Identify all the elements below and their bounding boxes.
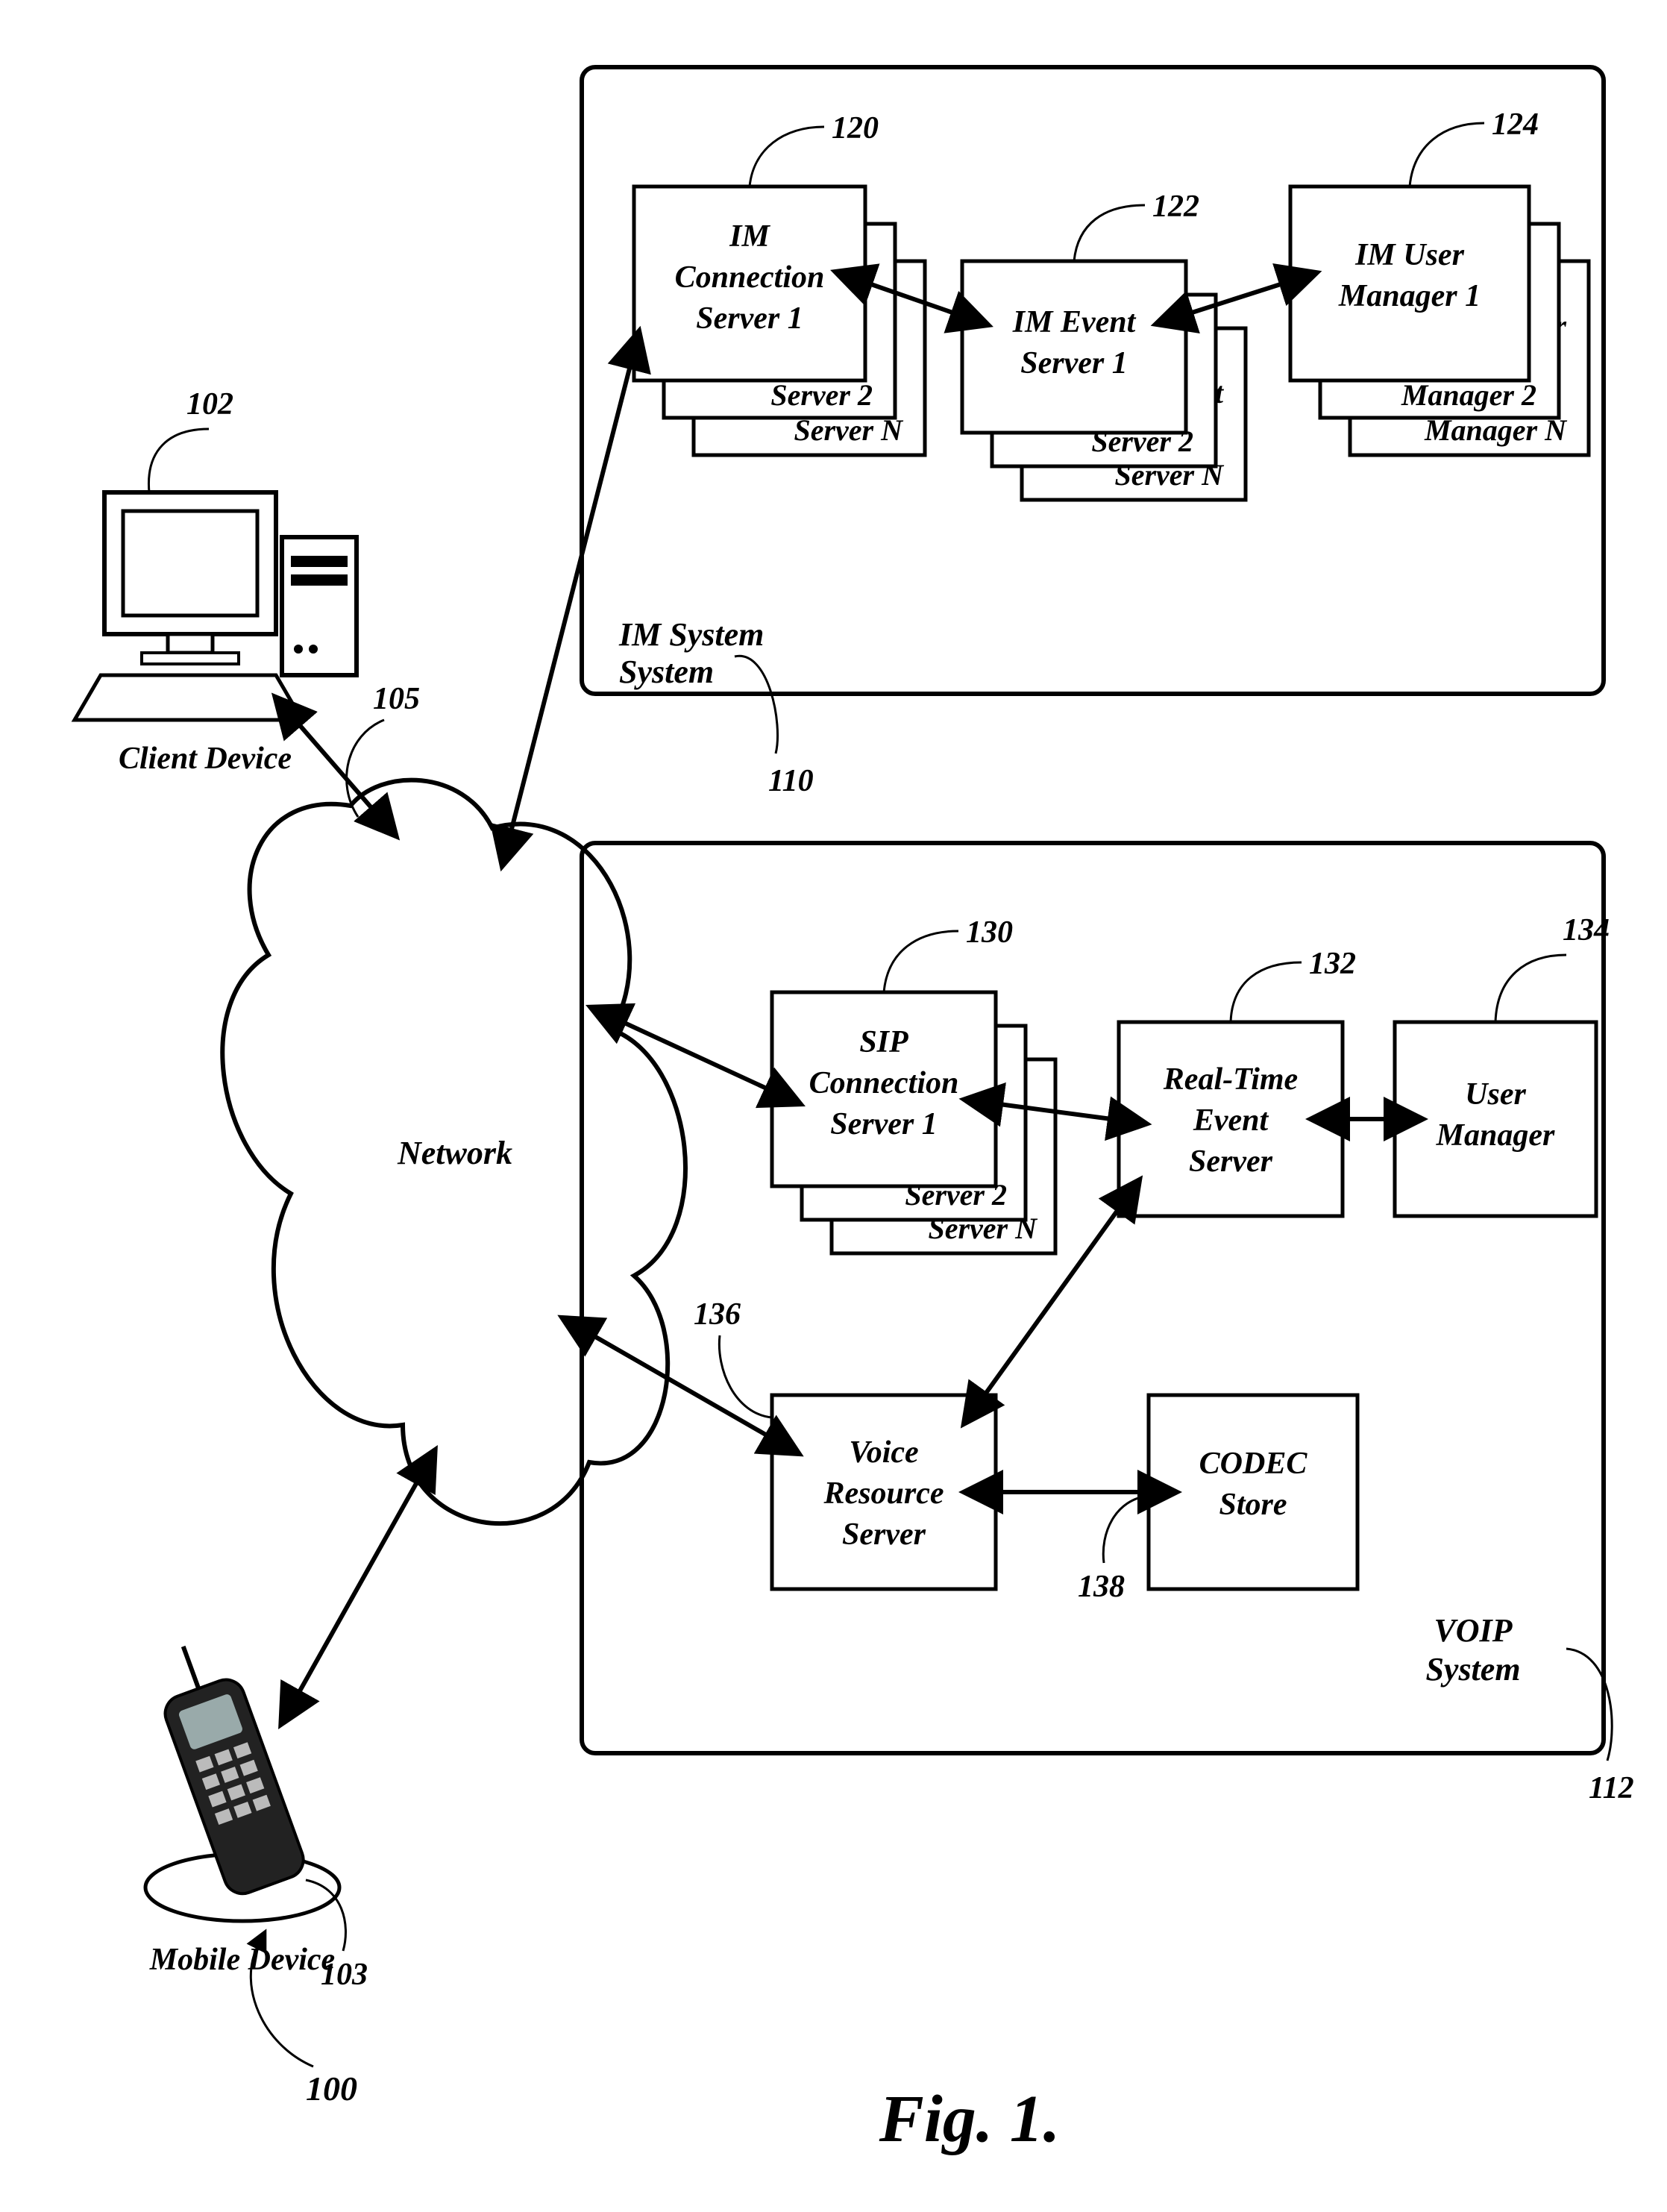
im-conn-l3: Server 1 xyxy=(696,301,803,336)
client-device: Client Device 102 xyxy=(75,387,357,776)
client-device-label: Client Device xyxy=(119,742,292,776)
rte-l1: Real-Time xyxy=(1163,1062,1298,1097)
im-system-label-line2: System xyxy=(619,654,714,690)
im-user-l1: IM User xyxy=(1354,238,1465,272)
vrs-l3: Server xyxy=(842,1517,926,1552)
vrs-l1: Voice xyxy=(849,1435,918,1470)
voip-system-label-line1: VOIP xyxy=(1434,1612,1513,1649)
ref-leader-110 xyxy=(735,656,778,753)
keyboard-icon xyxy=(75,675,302,720)
ref-leader-130 xyxy=(884,931,958,992)
im-event-server-stack: ent Server N IM Event Server 2 IM Event … xyxy=(962,261,1246,500)
ref-124: 124 xyxy=(1492,107,1539,142)
rte-l3: Server xyxy=(1189,1144,1273,1179)
figure-caption: Fig. 1. xyxy=(879,2082,1061,2156)
arrow-mobile-network xyxy=(298,1481,418,1694)
ref-leader-120 xyxy=(750,127,824,187)
ref-110: 110 xyxy=(768,764,814,798)
ref-134: 134 xyxy=(1563,913,1610,947)
im-conn-l2: Connection xyxy=(675,260,825,295)
arrow-network-vrs xyxy=(593,1335,768,1436)
figure-1-diagram: IM System System 110 Connection Server N… xyxy=(0,0,1667,2212)
ref-103: 103 xyxy=(321,1958,368,1992)
im-system-label-line1: IM System xyxy=(618,616,764,653)
network-cloud: Network 105 xyxy=(222,682,685,1523)
network-label: Network xyxy=(397,1135,512,1171)
voip-system-label-line2: System xyxy=(1425,1651,1520,1688)
ref-leader-134 xyxy=(1495,955,1566,1022)
ref-leader-132 xyxy=(1231,962,1302,1022)
voip-um-l1: User xyxy=(1465,1077,1526,1112)
ref-122: 122 xyxy=(1152,189,1199,224)
ref-136: 136 xyxy=(694,1297,741,1332)
sip-l1: SIP xyxy=(859,1025,908,1059)
im-user-l2: Manager 1 xyxy=(1338,279,1481,313)
im-user-manager-stack: I User Manager N Manager 2 IM User Manag… xyxy=(1290,187,1589,455)
vrs-l2: Resource xyxy=(823,1476,944,1511)
im-event-l2: Server 1 xyxy=(1020,346,1127,380)
voip-um-l2: Manager xyxy=(1436,1118,1555,1153)
ref-112: 112 xyxy=(1589,1771,1634,1805)
ref-leader-136 xyxy=(719,1335,772,1417)
sip-l3: Server 1 xyxy=(830,1107,937,1141)
im-user-mid-2: Manager 2 xyxy=(1401,378,1536,412)
ref-132: 132 xyxy=(1309,947,1356,981)
voip-system: VOIP System 112 Server N Server 2 SIP Co… xyxy=(582,843,1634,1805)
ref-120: 120 xyxy=(832,111,879,145)
ref-100: 100 xyxy=(306,2070,357,2108)
sip-l2: Connection xyxy=(809,1066,959,1100)
ref-138: 138 xyxy=(1078,1570,1125,1604)
rte-l2: Event xyxy=(1193,1103,1269,1138)
ref-leader-124 xyxy=(1410,123,1484,187)
mobile-device: Mobile Device 103 xyxy=(145,1632,368,1992)
im-event-l1: IM Event xyxy=(1012,305,1137,339)
im-system: IM System System 110 Connection Server N… xyxy=(582,67,1604,798)
ref-102: 102 xyxy=(186,387,233,422)
codec-l1: CODEC xyxy=(1199,1447,1308,1481)
im-conn-mid-2: Server 2 xyxy=(770,378,873,412)
im-conn-l1: IM xyxy=(729,219,770,254)
mobile-device-label: Mobile Device xyxy=(149,1943,335,1977)
im-connection-server-stack: Connection Server N Server 2 IM Connecti… xyxy=(634,187,925,455)
arrow-network-sip xyxy=(623,1022,768,1089)
ref-leader-122 xyxy=(1074,205,1145,261)
ref-leader-102 xyxy=(148,429,209,492)
ref-leader-138 xyxy=(1103,1496,1149,1563)
arrow-network-imconn xyxy=(511,366,630,832)
ref-105: 105 xyxy=(373,682,420,716)
ref-130: 130 xyxy=(966,915,1013,950)
sip-connection-server-stack: Server N Server 2 SIP Connection Server … xyxy=(772,992,1055,1253)
codec-l2: Store xyxy=(1219,1488,1287,1522)
